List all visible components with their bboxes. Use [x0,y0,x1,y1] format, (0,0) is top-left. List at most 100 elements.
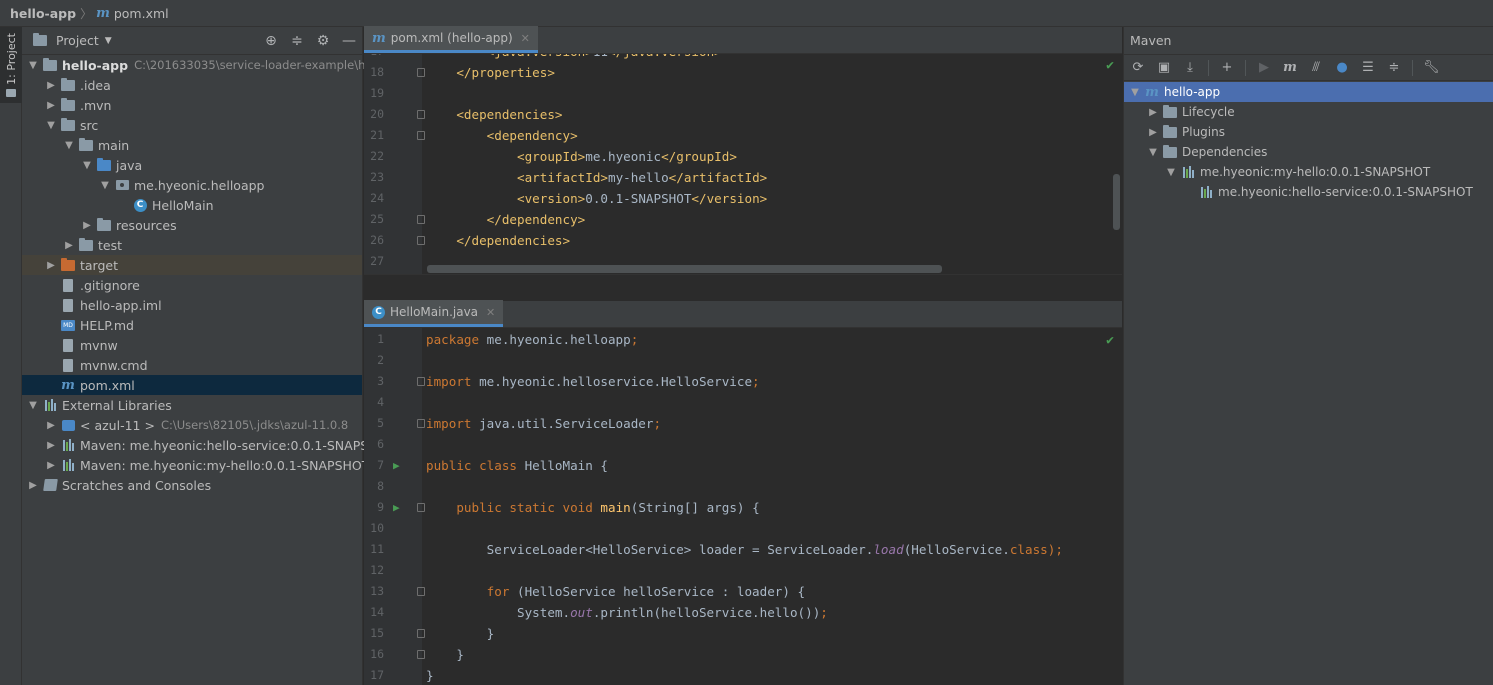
tree-item[interactable]: ▶ Maven: me.hyeonic:my-hello:0.0.1-SNAPSH… [22,455,369,475]
tree-item[interactable]: ▶ Lifecycle [1124,102,1493,122]
folder-gear-icon [1162,124,1178,139]
fold-marker-icon[interactable] [417,650,425,659]
chevron-right-icon[interactable]: ▶ [60,240,78,251]
chevron-down-icon[interactable]: ▼ [1144,147,1162,158]
breadcrumb-project[interactable]: hello-app [10,6,76,21]
project-view-selector[interactable]: Project [56,33,99,48]
maven-goal-icon[interactable]: m [1282,60,1298,75]
tree-item[interactable]: ▶ .idea [22,75,362,95]
pom-code-area[interactable]: ✔ 17 <java.version>11</java.version>18 <… [364,54,1122,274]
chevron-right-icon[interactable]: ▶ [24,480,42,491]
tree-item[interactable]: mvnw [22,335,362,355]
code-line: 13 for (HelloService helloService : load… [364,581,1122,602]
chevron-right-icon[interactable]: ▶ [42,440,60,451]
chevron-down-icon[interactable]: ▼ [1162,167,1180,178]
code-token: <dependency> [486,128,578,143]
tree-item[interactable]: ▶ resources [22,215,362,235]
run-icon[interactable]: ▶ [393,497,400,518]
add-folder-icon[interactable]: ▣ [1156,60,1172,75]
chevron-right-icon[interactable]: ▶ [42,80,60,91]
fold-marker-icon[interactable] [417,110,425,119]
chevron-down-icon[interactable]: ▼ [60,140,78,151]
tree-item[interactable]: ▶ < azul-11 > C:\Users\82105\.jdks\azul-11… [22,415,362,435]
tree-item[interactable]: ▼ me.hyeonic:my-hello:0.0.1-SNAPSHOT [1124,162,1493,182]
tree-item[interactable]: ▶ Maven: me.hyeonic:hello-service:0.0.1-S… [22,435,395,455]
chevron-right-icon[interactable]: ▶ [42,100,60,111]
chevron-down-icon[interactable]: ▼ [1126,87,1144,98]
run-icon[interactable]: ▶ [1256,60,1272,75]
tab-pom-xml[interactable]: m pom.xml (hello-app) ✕ [364,26,538,53]
line-number: 25 [370,212,384,226]
chevron-down-icon[interactable]: ▼ [24,400,42,411]
project-tool-window-label: 1: Project [4,33,18,85]
fold-marker-icon[interactable] [417,68,425,77]
wrench-icon[interactable]: 🔧︎ [1423,60,1440,75]
fold-marker-icon[interactable] [417,236,425,245]
collapse-all-icon[interactable]: ≑ [1386,60,1402,75]
folder-shape [97,217,111,231]
fold-marker-icon[interactable] [417,419,425,428]
chevron-right-icon[interactable]: ▶ [42,460,60,471]
fold-marker-icon[interactable] [417,587,425,596]
tree-item[interactable]: C HelloMain [22,195,362,215]
tree-item[interactable]: mvnw.cmd [22,355,362,375]
toggle-offline-icon[interactable]: ⫻ [1308,60,1324,75]
run-icon[interactable]: ▶ [393,455,400,476]
chevron-down-icon[interactable]: ▼ [105,36,112,46]
breadcrumb-file[interactable]: pom.xml [114,6,169,21]
tree-item[interactable]: ▶ Scratches and Consoles [22,475,362,495]
tree-item[interactable]: ▼ main [22,135,362,155]
reload-icon[interactable]: ⟳ [1130,60,1146,75]
folder-icon [78,237,94,252]
tree-item[interactable]: ▼ java [22,155,362,175]
tree-item[interactable]: hello-app.iml [22,295,362,315]
chevron-right-icon[interactable]: ▶ [42,420,60,431]
fold-marker-icon[interactable] [417,377,425,386]
chevron-right-icon[interactable]: ▶ [42,260,60,271]
java-code-area[interactable]: ✔ 1 package me.hyeonic.helloapp; 2 3 import … [364,328,1122,685]
gear-icon[interactable]: ⚙ [314,33,332,49]
fold-marker-icon[interactable] [417,629,425,638]
tree-item[interactable]: .gitignore [22,275,362,295]
library-shape [1200,186,1212,198]
jdk-shape [61,419,75,431]
tree-item[interactable]: ▼ me.hyeonic.helloapp [22,175,362,195]
skip-tests-icon[interactable]: ● [1334,60,1350,75]
tree-item[interactable]: me.hyeonic:hello-service:0.0.1-SNAPSHOT [1124,182,1493,202]
tree-item[interactable]: MD HELP.md [22,315,362,335]
chevron-down-icon[interactable]: ▼ [42,120,60,131]
download-icon[interactable]: ⤓ [1182,60,1198,75]
editor-splitter[interactable] [364,274,1122,301]
tree-item[interactable]: m pom.xml [22,375,362,395]
fold-marker-icon[interactable] [417,503,425,512]
expand-all-icon[interactable]: ☰ [1360,60,1376,75]
chevron-right-icon[interactable]: ▶ [78,220,96,231]
collapse-icon[interactable]: ≑ [288,33,306,49]
tree-item[interactable]: ▶ Plugins [1124,122,1493,142]
maven-panel: Maven ⟳ ▣ ⤓ + ▶ m ⫻ ● ☰ ≑ 🔧︎ ▼ m hello-app… [1123,27,1493,685]
chevron-right-icon[interactable]: ▶ [1144,127,1162,138]
tree-item[interactable]: ▶ .mvn [22,95,362,115]
code-line: 27 [364,251,1122,272]
chevron-down-icon[interactable]: ▼ [78,160,96,171]
chevron-down-icon[interactable]: ▼ [24,60,42,71]
plus-icon[interactable]: + [1219,60,1235,75]
tree-item[interactable]: ▼ External Libraries [22,395,362,415]
line-number: 2 [377,353,384,367]
chevron-down-icon[interactable]: ▼ [96,180,114,191]
tree-item[interactable]: ▶ target [22,255,362,275]
fold-marker-icon[interactable] [417,131,425,140]
chevron-right-icon[interactable]: ▶ [1144,107,1162,118]
tree-item[interactable]: ▶ test [22,235,362,255]
close-icon[interactable]: ✕ [521,32,530,45]
minimize-icon[interactable]: — [340,33,358,49]
tab-hellomain-java[interactable]: C HelloMain.java ✕ [364,300,504,327]
tree-item[interactable]: ▼ hello-app C:\201633035\service-loader-ex… [22,55,372,75]
tree-item[interactable]: ▼ m hello-app [1124,82,1493,102]
close-icon[interactable]: ✕ [486,306,495,319]
tree-item[interactable]: ▼ src [22,115,362,135]
project-tool-window-button[interactable]: 1: Project [0,27,22,103]
locate-icon[interactable]: ⊕ [262,33,280,49]
tree-item[interactable]: ▼ Dependencies [1124,142,1493,162]
fold-marker-icon[interactable] [417,215,425,224]
